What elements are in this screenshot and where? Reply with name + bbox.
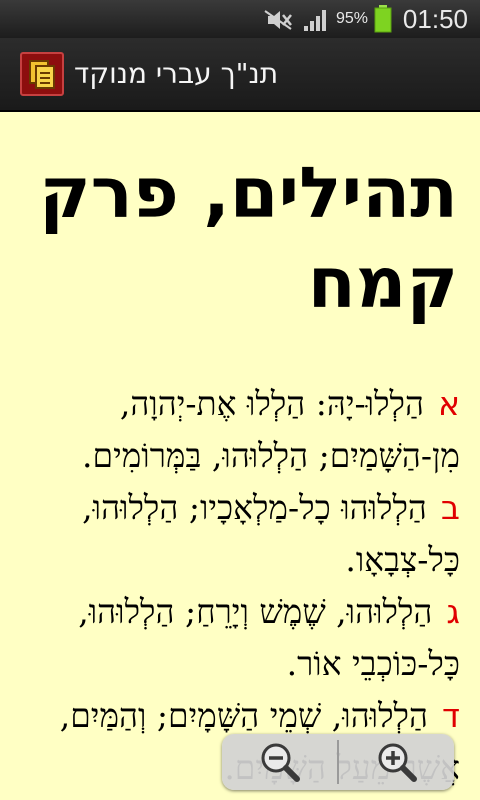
- book-pages-icon[interactable]: [20, 52, 64, 96]
- verse-text: הַלְלוּ-יָהּ: הַלְלוּ אֶת-יְהוָה, מִן-הַ…: [81, 384, 460, 475]
- verse: בהַלְלוּהוּ כָל-מַלְאָכָיו; הַלְלוּהוּ, …: [14, 482, 460, 586]
- verse-text: הַלְלוּהוּ, שֶׁמֶשׁ וְיָרֵחַ; הַלְלוּהוּ…: [78, 592, 460, 683]
- verse-text: הַלְלוּהוּ כָל-מַלְאָכָיו; הַלְלוּהוּ, כ…: [82, 488, 460, 579]
- zoom-out-icon: [261, 743, 300, 782]
- chapter-title: תהילים, פרק קמח: [39, 152, 458, 324]
- verse-number: ב: [440, 488, 460, 527]
- verse: גהַלְלוּהוּ, שֶׁמֶשׁ וְיָרֵחַ; הַלְלוּהו…: [14, 586, 460, 690]
- verse-number: א: [437, 384, 460, 423]
- signal-icon: [304, 10, 326, 31]
- mute-icon: [264, 10, 292, 30]
- reading-pane[interactable]: תהילים, פרק קמח אהַלְלוּ-יָהּ: הַלְלוּ א…: [0, 112, 480, 800]
- zoom-in-button[interactable]: [339, 734, 454, 790]
- battery-icon: [374, 5, 392, 33]
- verse-number: ג: [446, 592, 460, 631]
- app-title: תנ"ך עברי מנוקד: [74, 57, 279, 90]
- zoom-controls: [222, 734, 454, 790]
- app-bar: תנ"ך עברי מנוקד: [0, 38, 480, 112]
- verse-number: ד: [441, 696, 460, 735]
- battery-percent: 95%: [335, 10, 368, 27]
- zoom-in-icon: [378, 743, 417, 782]
- verse-list: אהַלְלוּ-יָהּ: הַלְלוּ אֶת-יְהוָה, מִן-ה…: [14, 378, 460, 794]
- zoom-out-button[interactable]: [222, 734, 337, 790]
- clock: 01:50: [402, 4, 468, 34]
- verse: אהַלְלוּ-יָהּ: הַלְלוּ אֶת-יְהוָה, מִן-ה…: [14, 378, 460, 482]
- status-bar: 95% 01:50: [0, 0, 480, 38]
